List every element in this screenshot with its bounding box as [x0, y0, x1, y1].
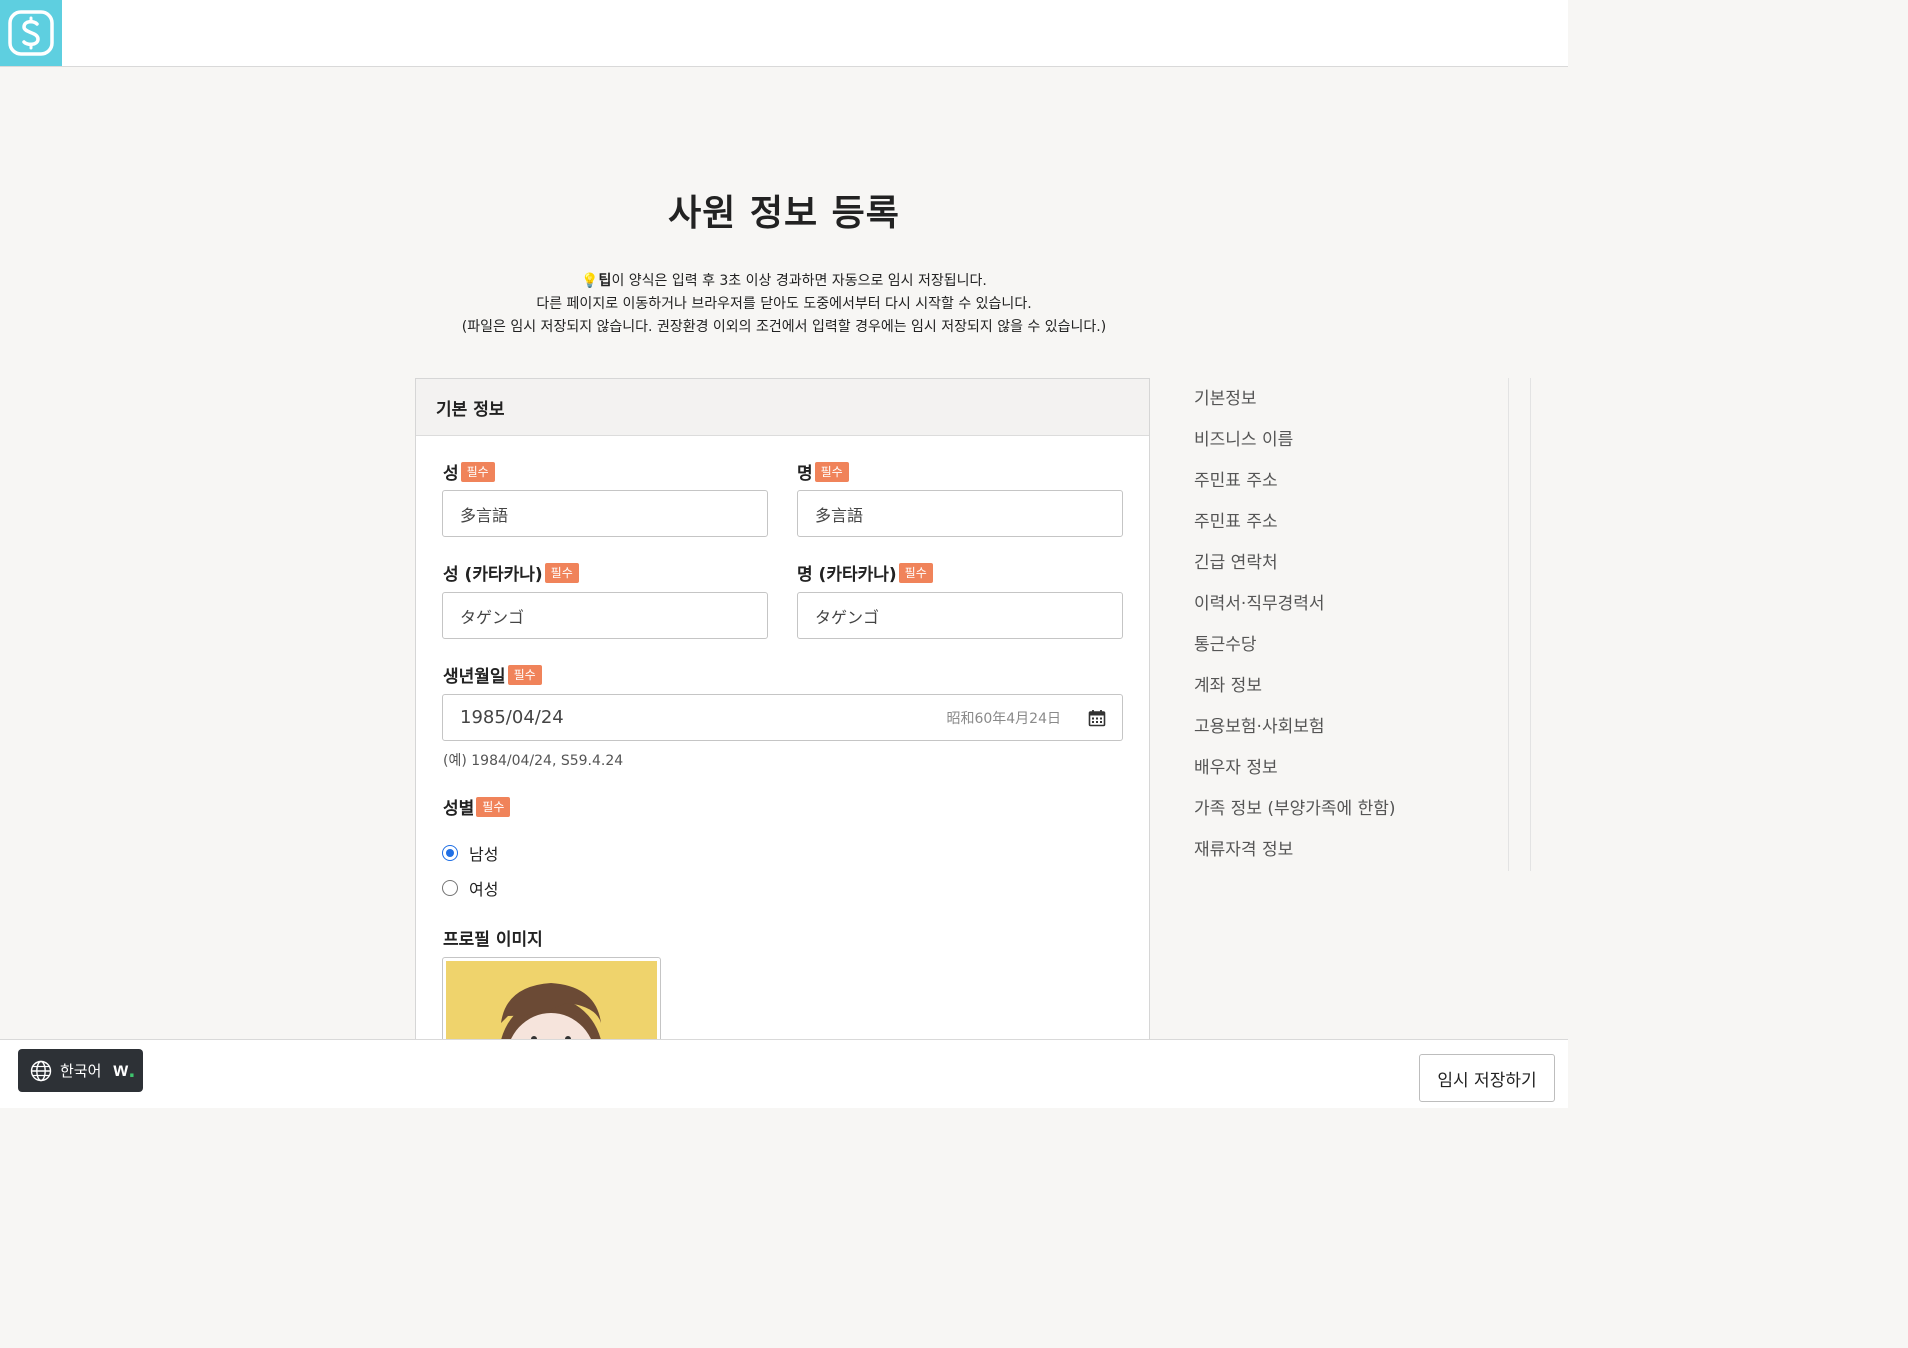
nav-item-resident-address[interactable]: 주민표 주소 — [1194, 470, 1396, 511]
nav-item-resume[interactable]: 이력서·직무경력서 — [1194, 593, 1396, 634]
first-name-label: 명 필수 — [797, 459, 849, 484]
nav-item-commute-allowance[interactable]: 통근수당 — [1194, 634, 1396, 675]
last-name-input[interactable]: 多言語 — [442, 490, 768, 537]
nav-item-basic-info[interactable]: 기본정보 — [1194, 388, 1396, 429]
first-name-input[interactable]: 多言語 — [797, 490, 1123, 537]
calendar-button[interactable] — [1071, 694, 1123, 741]
tip-head: 💡팁 — [581, 273, 612, 289]
required-badge: 필수 — [544, 562, 579, 583]
tip-line-2: 다른 페이지로 이동하거나 브라우저를 닫아도 도중에서부터 다시 시작할 수 … — [536, 296, 1032, 312]
gender-option-female[interactable]: 여성 — [442, 876, 498, 900]
required-badge: 필수 — [814, 461, 849, 482]
section-nav: 기본정보 비즈니스 이름 주민표 주소 주민표 주소 긴급 연락처 이력서·직무… — [1194, 388, 1396, 880]
first-name-kana-label: 명 (카타카나) 필수 — [797, 560, 933, 585]
profile-image-frame[interactable] — [442, 957, 661, 1047]
nav-item-family-info[interactable]: 가족 정보 (부양가족에 한함) — [1194, 798, 1396, 839]
profile-image-label-text: 프로필 이미지 — [443, 930, 543, 950]
avatar — [446, 961, 657, 1047]
temp-save-button[interactable]: 임시 저장하기 — [1419, 1054, 1555, 1102]
first-name-kana-label-text: 명 (카타카나) — [797, 565, 897, 585]
gender-label: 성별 필수 — [443, 794, 511, 819]
birthdate-input[interactable]: 1985/04/24 昭和60年4月24日 — [442, 694, 1072, 741]
nav-item-spouse-info[interactable]: 배우자 정보 — [1194, 757, 1396, 798]
nav-item-residence-status[interactable]: 재류자격 정보 — [1194, 839, 1396, 880]
section-title: 기본 정보 — [416, 379, 1149, 436]
required-badge: 필수 — [460, 461, 495, 482]
first-name-kana-input[interactable]: タゲンゴ — [797, 592, 1123, 639]
nav-item-emergency-contact[interactable]: 긴급 연락처 — [1194, 552, 1396, 593]
birthdate-value: 1985/04/24 — [460, 707, 564, 728]
last-name-label: 성 필수 — [443, 459, 495, 484]
required-badge: 필수 — [898, 562, 933, 583]
profile-image-label: 프로필 이미지 — [443, 925, 543, 950]
language-label: 한국어 — [60, 1062, 102, 1080]
s-logo-icon[interactable] — [0, 0, 62, 66]
gender-option-label: 남성 — [469, 845, 499, 864]
calendar-icon — [1088, 709, 1105, 726]
last-name-label-text: 성 — [443, 464, 459, 484]
birthdate-label: 생년월일 필수 — [443, 662, 542, 687]
required-badge: 필수 — [507, 664, 542, 685]
page-title: 사원 정보 등록 — [668, 193, 900, 234]
globe-icon — [30, 1060, 52, 1081]
radio-checked[interactable] — [442, 845, 458, 861]
top-bar — [0, 0, 1568, 67]
brand-logo: w — [113, 1059, 129, 1081]
side-nav-scrollbar[interactable] — [1508, 378, 1531, 871]
first-name-label-text: 명 — [797, 464, 813, 484]
brand-logo-dot: . — [128, 1059, 136, 1082]
radio-unchecked[interactable] — [442, 880, 458, 896]
gender-label-text: 성별 — [443, 799, 475, 819]
nav-item-resident-address-2[interactable]: 주민표 주소 — [1194, 511, 1396, 552]
tip-text-1: 이 양식은 입력 후 3초 이상 경과하면 자동으로 임시 저장됩니다. — [611, 273, 987, 289]
tip-block: 💡팁이 양식은 입력 후 3초 이상 경과하면 자동으로 임시 저장됩니다. 다… — [0, 270, 1568, 339]
gender-option-label: 여성 — [469, 880, 499, 899]
last-name-kana-label: 성 (카타카나) 필수 — [443, 560, 579, 585]
last-name-kana-label-text: 성 (카타카나) — [443, 565, 543, 585]
language-switcher[interactable]: 한국어 w. — [18, 1049, 143, 1092]
last-name-kana-input[interactable]: タゲンゴ — [442, 592, 768, 639]
birthdate-example: (예) 1984/04/24, S59.4.24 — [443, 753, 624, 769]
era-date-hint: 昭和60年4月24日 — [946, 710, 1061, 727]
nav-item-insurance[interactable]: 고용보험·사회보험 — [1194, 716, 1396, 757]
gender-option-male[interactable]: 남성 — [442, 841, 498, 865]
bottom-bar — [0, 1039, 1568, 1108]
birthdate-label-text: 생년월일 — [443, 667, 506, 687]
nav-item-bank-account[interactable]: 계좌 정보 — [1194, 675, 1396, 716]
tip-line-3: (파일은 임시 저장되지 않습니다. 권장환경 이외의 조건에서 입력할 경우에… — [461, 319, 1107, 335]
tip-line-1: 💡팁이 양식은 입력 후 3초 이상 경과하면 자동으로 임시 저장됩니다. — [0, 270, 1568, 293]
required-badge: 필수 — [476, 796, 511, 817]
nav-item-business-name[interactable]: 비즈니스 이름 — [1194, 429, 1396, 470]
